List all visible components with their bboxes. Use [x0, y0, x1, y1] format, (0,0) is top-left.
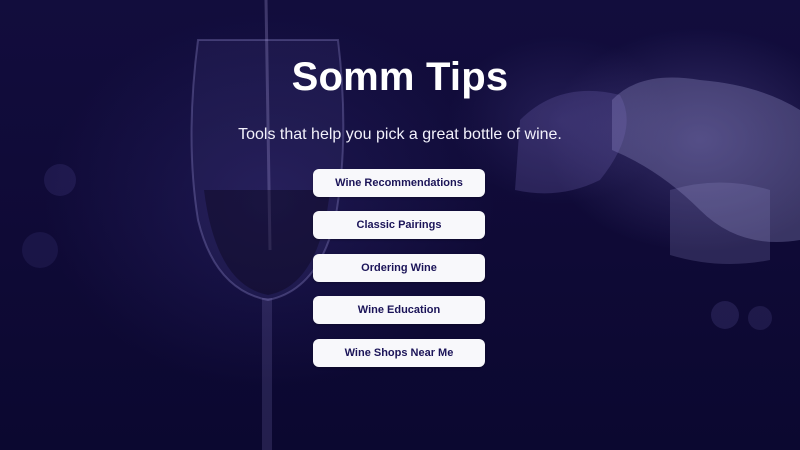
hero-content: Somm Tips Tools that help you pick a gre… [0, 0, 800, 450]
classic-pairings-button[interactable]: Classic Pairings [313, 211, 485, 240]
page-subtitle: Tools that help you pick a great bottle … [238, 126, 562, 143]
ordering-wine-button[interactable]: Ordering Wine [313, 253, 485, 282]
main-menu: Wine Recommendations Classic Pairings Or… [313, 169, 485, 381]
wine-education-button[interactable]: Wine Education [313, 296, 485, 325]
page-title: Somm Tips [291, 55, 509, 99]
wine-shops-near-me-button[interactable]: Wine Shops Near Me [313, 338, 485, 367]
hero-section: Somm Tips Tools that help you pick a gre… [0, 0, 800, 450]
wine-recommendations-button[interactable]: Wine Recommendations [313, 169, 485, 197]
